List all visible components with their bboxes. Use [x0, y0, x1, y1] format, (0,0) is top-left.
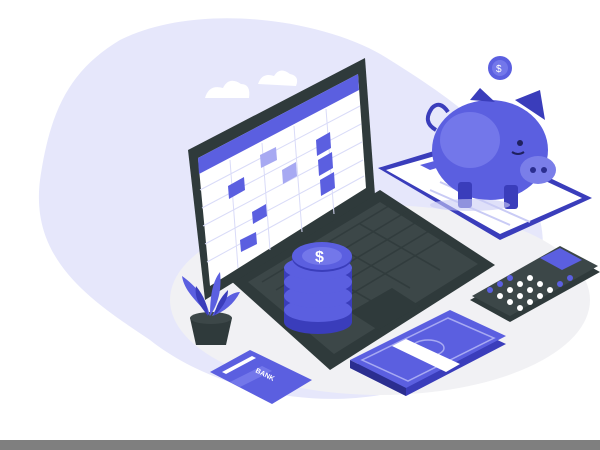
illustration-stage: $ $ BANK	[0, 0, 600, 450]
finance-illustration: $ $ BANK	[38, 18, 600, 404]
coin-stack-icon: $	[284, 242, 352, 334]
dollar-coin-icon: $	[488, 56, 512, 80]
svg-text:$: $	[315, 249, 324, 266]
bottom-divider-bar	[0, 440, 600, 450]
svg-text:$: $	[496, 64, 502, 75]
